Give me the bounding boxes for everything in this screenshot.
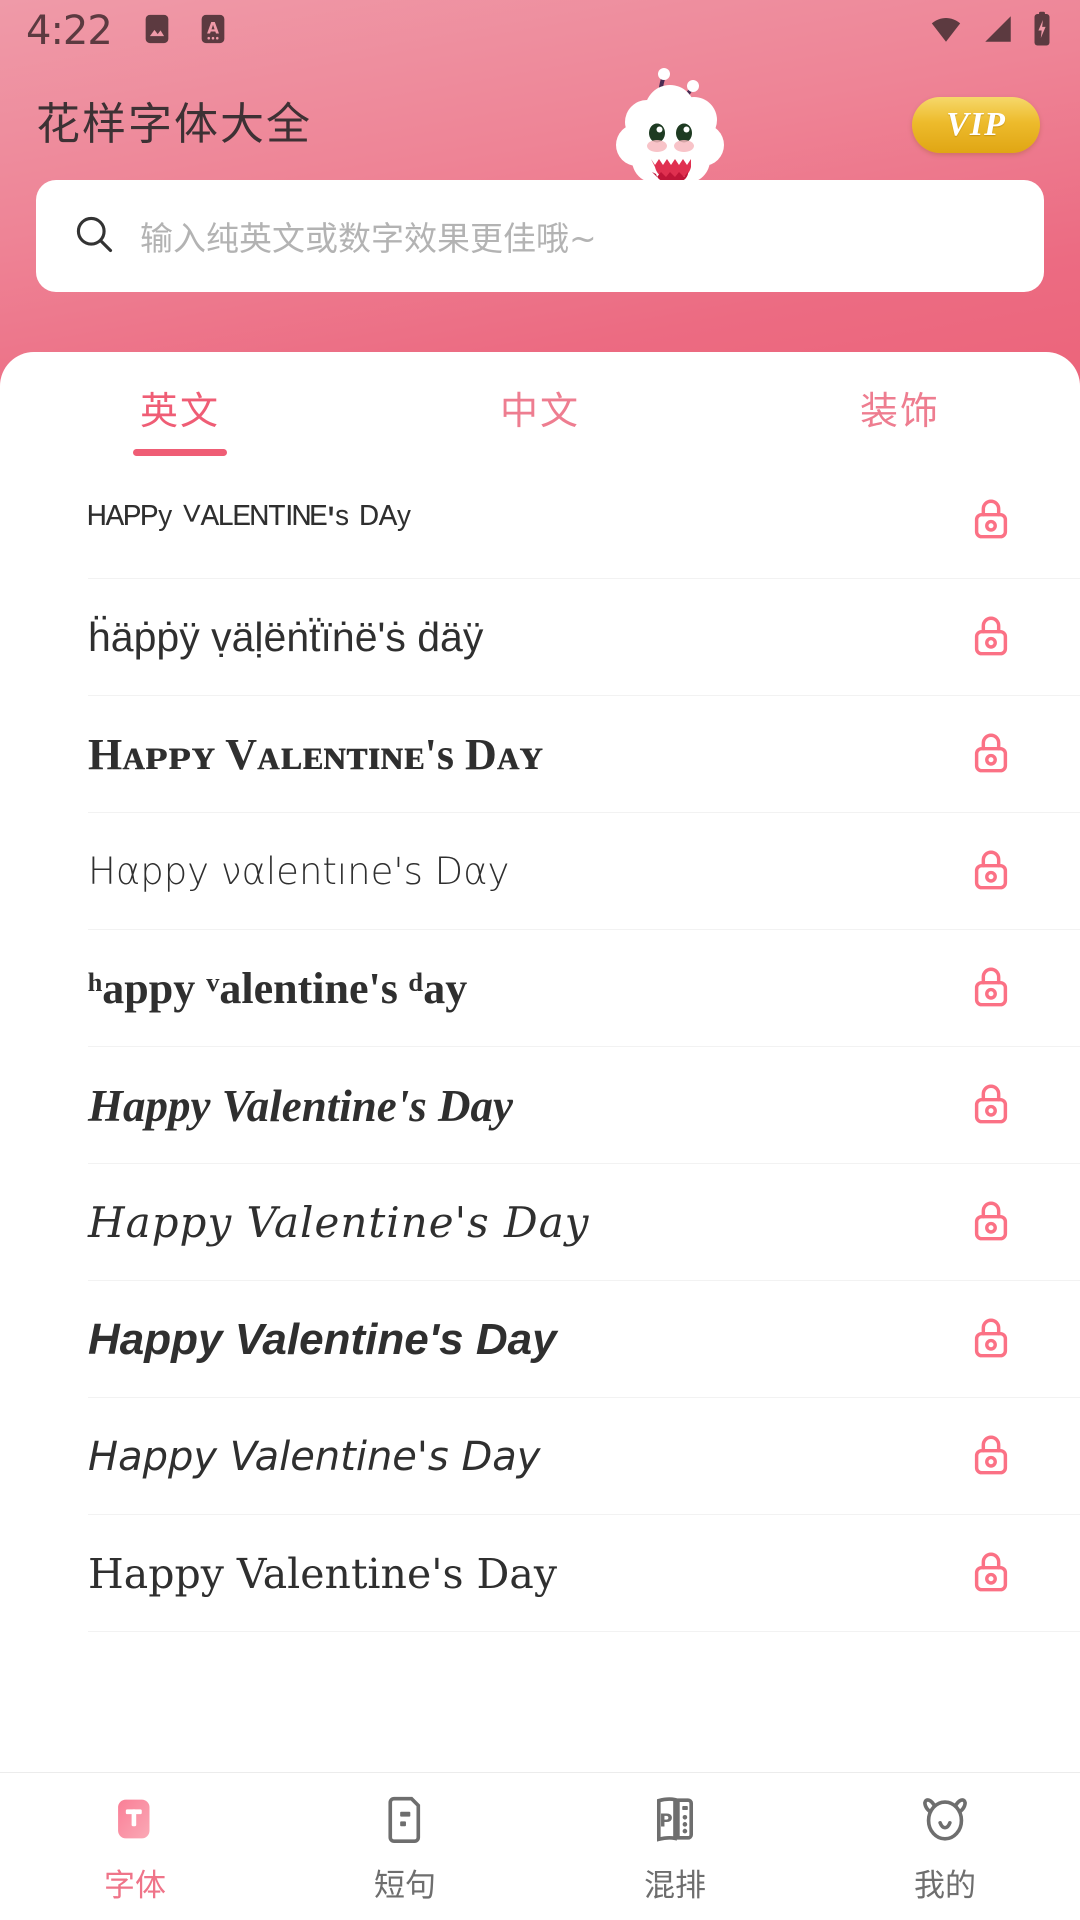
font-preview-text: Happy Valentine's Day	[88, 1198, 590, 1247]
table-row[interactable]: Hᴀᴘᴘʏ Vᴀʟᴇɴᴛɪɴᴇ's Dᴀʏ	[0, 696, 1080, 813]
nav-item-phrases[interactable]: 短句	[270, 1773, 540, 1920]
signal-icon	[980, 12, 1016, 51]
status-bar-right-icons	[926, 11, 1054, 52]
wifi-icon	[926, 12, 966, 51]
lock-icon[interactable]	[968, 1312, 1014, 1367]
table-row[interactable]: ḧäṗṗÿ ṿäḷëṅẗïṅë'ṡ ḋäÿ	[0, 579, 1080, 696]
lock-icon[interactable]	[968, 1429, 1014, 1484]
table-row[interactable]: Happy Valentine's Day	[0, 1515, 1080, 1632]
status-bar: 4:22 A	[0, 0, 1080, 62]
tab-english-label: 英文	[139, 389, 220, 433]
image-icon	[140, 12, 174, 51]
table-row[interactable]: Happy Valentine's Day	[0, 1398, 1080, 1515]
search-icon	[72, 212, 116, 261]
tab-english[interactable]: 英文	[0, 352, 360, 462]
font-style-list: ᴴᴬᴾᴾʸ ⱽᴬᴸᴱᴺᵀᴵᴺᴱ'ˢ ᴰᴬʸ ḧäṗṗÿ ṿäḷëṅẗïṅë'ṡ …	[0, 462, 1080, 1632]
page-title: 花样字体大全	[36, 99, 312, 150]
lock-icon[interactable]	[968, 1546, 1014, 1601]
bear-profile-icon	[914, 1788, 976, 1850]
table-row[interactable]: Happy Valentine's Day	[0, 1281, 1080, 1398]
row-divider	[88, 1631, 1080, 1632]
font-preview-text: Hᴀᴘᴘʏ Vᴀʟᴇɴᴛɪɴᴇ's Dᴀʏ	[88, 730, 544, 779]
tab-active-underline	[133, 449, 227, 456]
content-sheet: 英文 中文 装饰 ᴴᴬᴾᴾʸ ⱽᴬᴸᴱᴺᵀᴵᴺᴱ'ˢ ᴰᴬʸ ḧäṗṗÿ ṿäḷ…	[0, 352, 1080, 1772]
table-row[interactable]: ʰappy ᵛalentine's ᵈay	[0, 930, 1080, 1047]
tab-decoration[interactable]: 装饰	[720, 352, 1080, 462]
lock-icon[interactable]	[968, 1078, 1014, 1133]
nav-item-mixed-label: 混排	[644, 1868, 706, 1904]
nav-item-profile-label: 我的	[914, 1868, 976, 1904]
screenshot-app-icon: A	[196, 12, 230, 51]
nav-item-profile[interactable]: 我的	[810, 1773, 1080, 1920]
vip-badge[interactable]: VIP	[912, 97, 1040, 153]
vip-badge-label: VIP	[946, 106, 1006, 143]
tab-chinese[interactable]: 中文	[360, 352, 720, 462]
table-row[interactable]: ᴴᴬᴾᴾʸ ⱽᴬᴸᴱᴺᵀᴵᴺᴱ'ˢ ᴰᴬʸ	[0, 462, 1080, 579]
font-preview-text: ʰappy ᵛalentine's ᵈay	[88, 964, 468, 1013]
font-preview-text: ḧäṗṗÿ ṿäḷëṅẗïṅë'ṡ ḋäÿ	[88, 614, 484, 660]
font-preview-text: Happy Valentine's Day	[88, 1080, 513, 1131]
category-tabs: 英文 中文 装饰	[0, 352, 1080, 462]
svg-text:A: A	[207, 19, 219, 37]
nav-item-phrases-label: 短句	[374, 1868, 436, 1904]
lock-icon[interactable]	[968, 844, 1014, 899]
table-row[interactable]: Hαppy ναlentıne's Dαy	[0, 813, 1080, 930]
nav-item-fonts[interactable]: 字体	[0, 1773, 270, 1920]
font-preview-text: Happy Valentine's Day	[88, 1314, 557, 1364]
mixed-layout-icon: P	[644, 1788, 706, 1850]
status-bar-left-icons: A	[140, 12, 230, 51]
font-t-icon	[104, 1788, 166, 1850]
svg-text:P: P	[659, 1810, 672, 1831]
bottom-navigation: 字体 短句 P 混排 我的	[0, 1772, 1080, 1920]
font-preview-text: Hαppy ναlentıne's Dαy	[88, 850, 510, 893]
font-preview-text: Happy Valentine's Day	[88, 1433, 541, 1480]
lock-icon[interactable]	[968, 961, 1014, 1016]
lock-icon[interactable]	[968, 1195, 1014, 1250]
font-preview-text: Happy Valentine's Day	[88, 1549, 558, 1598]
nav-item-mixed[interactable]: P 混排	[540, 1773, 810, 1920]
tab-decoration-label: 装饰	[859, 389, 940, 433]
font-preview-text: ᴴᴬᴾᴾʸ ⱽᴬᴸᴱᴺᵀᴵᴺᴱ'ˢ ᴰᴬʸ	[88, 497, 411, 544]
tab-chinese-label: 中文	[499, 389, 580, 433]
search-input[interactable]: 输入纯英文或数字效果更佳哦~	[140, 212, 597, 260]
table-row[interactable]: Happy Valentine's Day	[0, 1047, 1080, 1164]
status-bar-time: 4:22	[26, 8, 113, 54]
lock-icon[interactable]	[968, 727, 1014, 782]
nav-item-fonts-label: 字体	[104, 1868, 166, 1904]
search-bar[interactable]: 输入纯英文或数字效果更佳哦~	[36, 180, 1044, 292]
lock-icon[interactable]	[968, 493, 1014, 548]
phrase-card-icon	[374, 1788, 436, 1850]
battery-charging-icon	[1030, 11, 1054, 52]
lock-icon[interactable]	[968, 610, 1014, 665]
cloud-mascot-icon	[595, 60, 745, 190]
table-row[interactable]: Happy Valentine's Day	[0, 1164, 1080, 1281]
